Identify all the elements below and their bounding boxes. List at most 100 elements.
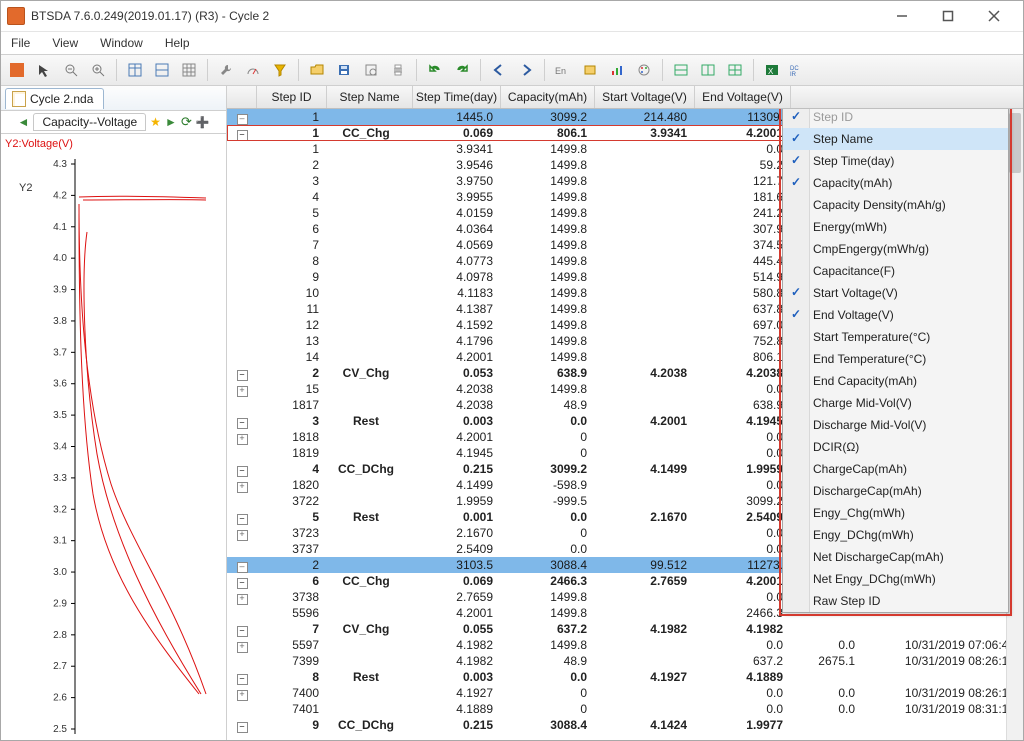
star-icon[interactable]	[150, 115, 161, 129]
table-row[interactable]: 73994.198248.9637.22675.110/31/2019 08:2…	[227, 653, 1023, 669]
tree-toggle[interactable]	[227, 605, 257, 621]
col-start-v[interactable]: Start Voltage(V)	[595, 86, 695, 108]
tree-toggle[interactable]	[227, 445, 257, 461]
menu-item[interactable]: Discharge Mid-Vol(V)	[783, 414, 1008, 436]
table-row[interactable]: –9CC_DChg0.2153088.44.14241.9977	[227, 717, 1023, 733]
tree-toggle[interactable]: +	[227, 589, 257, 605]
menu-item[interactable]: Charge Mid-Vol(V)	[783, 392, 1008, 414]
tree-toggle[interactable]: –	[227, 621, 257, 637]
tree-toggle[interactable]	[227, 205, 257, 221]
table-row[interactable]: 74014.188900.00.010/31/2019 08:31:14	[227, 701, 1023, 717]
menu-item[interactable]: ✓Capacity(mAh)	[783, 172, 1008, 194]
menu-item[interactable]: DischargeCap(mAh)	[783, 480, 1008, 502]
print-icon[interactable]	[386, 58, 410, 82]
tree-toggle[interactable]: –	[227, 109, 257, 125]
grid-icon[interactable]	[177, 58, 201, 82]
tree-toggle[interactable]: +	[227, 477, 257, 493]
tree-toggle[interactable]: –	[227, 669, 257, 685]
dcir-icon[interactable]: DCIR	[787, 58, 811, 82]
tree-toggle[interactable]	[227, 173, 257, 189]
preview-icon[interactable]	[359, 58, 383, 82]
export-excel-icon[interactable]: X	[760, 58, 784, 82]
menu-item[interactable]: ✓Step Name	[783, 128, 1008, 150]
col-step-name[interactable]: Step Name	[327, 86, 413, 108]
menu-view[interactable]: View	[48, 34, 82, 52]
menu-file[interactable]: File	[7, 34, 34, 52]
tree-toggle[interactable]: –	[227, 365, 257, 381]
tree-toggle[interactable]	[227, 253, 257, 269]
layout1-icon[interactable]	[669, 58, 693, 82]
tree-toggle[interactable]: –	[227, 413, 257, 429]
col-capacity[interactable]: Capacity(mAh)	[501, 86, 595, 108]
close-button[interactable]	[971, 2, 1017, 30]
tree-toggle[interactable]	[227, 189, 257, 205]
col-step-time[interactable]: Step Time(day)	[413, 86, 501, 108]
save-icon[interactable]	[332, 58, 356, 82]
refresh-icon[interactable]	[181, 114, 192, 130]
menu-item[interactable]: Start Temperature(°C)	[783, 326, 1008, 348]
table-row[interactable]: –7CV_Chg0.055637.24.19824.1982	[227, 621, 1023, 637]
tree-toggle[interactable]	[227, 221, 257, 237]
tree-toggle[interactable]	[227, 333, 257, 349]
chart-tab[interactable]: Capacity--Voltage	[33, 113, 146, 131]
zoom-in-icon[interactable]	[86, 58, 110, 82]
col-step-id[interactable]: Step ID	[257, 86, 327, 108]
tree-toggle[interactable]: –	[227, 573, 257, 589]
menu-item[interactable]: Net Engy_DChg(mWh)	[783, 568, 1008, 590]
table2-icon[interactable]	[150, 58, 174, 82]
menu-item[interactable]: End Capacity(mAh)	[783, 370, 1008, 392]
menu-item[interactable]: Engy_DChg(mWh)	[783, 524, 1008, 546]
tree-toggle[interactable]	[227, 269, 257, 285]
menu-item[interactable]: Raw Step ID	[783, 590, 1008, 612]
tree-toggle[interactable]: –	[227, 125, 257, 141]
chart-next-icon[interactable]: ►	[165, 116, 177, 128]
tree-toggle[interactable]	[227, 701, 257, 717]
col-end-v[interactable]: End Voltage(V)	[695, 86, 791, 108]
tool-logo-icon[interactable]	[5, 58, 29, 82]
add-chart-icon[interactable]	[196, 115, 210, 129]
tree-toggle[interactable]	[227, 301, 257, 317]
col-extra[interactable]	[791, 86, 1023, 108]
zoom-out-icon[interactable]	[59, 58, 83, 82]
tree-toggle[interactable]	[227, 317, 257, 333]
tag-icon[interactable]	[578, 58, 602, 82]
menu-item[interactable]: CmpEngergy(mWh/g)	[783, 238, 1008, 260]
nav-prev-icon[interactable]	[487, 58, 511, 82]
chart-prev-icon[interactable]: ◄	[17, 116, 29, 128]
menu-item[interactable]: Net DischargeCap(mAh)	[783, 546, 1008, 568]
table-row[interactable]: +55974.19821499.80.00.010/31/2019 07:06:…	[227, 637, 1023, 653]
tree-toggle[interactable]	[227, 141, 257, 157]
tree-toggle[interactable]	[227, 653, 257, 669]
menu-window[interactable]: Window	[96, 34, 147, 52]
open-icon[interactable]	[305, 58, 329, 82]
document-tab[interactable]: Cycle 2.nda	[5, 88, 104, 109]
tree-toggle[interactable]	[227, 493, 257, 509]
tree-toggle[interactable]: –	[227, 557, 257, 573]
gauge-icon[interactable]	[241, 58, 265, 82]
nav-next-icon[interactable]	[514, 58, 538, 82]
en-lang-icon[interactable]: En	[551, 58, 575, 82]
tree-toggle[interactable]: +	[227, 525, 257, 541]
menu-item[interactable]: End Temperature(°C)	[783, 348, 1008, 370]
pointer-icon[interactable]	[32, 58, 56, 82]
undo-icon[interactable]	[423, 58, 447, 82]
tree-toggle[interactable]	[227, 397, 257, 413]
menu-item[interactable]: ✓End Voltage(V)	[783, 304, 1008, 326]
menu-help[interactable]: Help	[161, 34, 194, 52]
layout2-icon[interactable]	[696, 58, 720, 82]
menu-item[interactable]: ChargeCap(mAh)	[783, 458, 1008, 480]
filter-icon[interactable]	[268, 58, 292, 82]
menu-item[interactable]: Energy(mWh)	[783, 216, 1008, 238]
tree-toggle[interactable]	[227, 157, 257, 173]
tree-toggle[interactable]: +	[227, 381, 257, 397]
menu-item[interactable]: DCIR(Ω)	[783, 436, 1008, 458]
palette-icon[interactable]	[632, 58, 656, 82]
tree-toggle[interactable]: +	[227, 637, 257, 653]
tree-toggle[interactable]: –	[227, 461, 257, 477]
table-row[interactable]: +74004.192700.00.010/31/2019 08:26:15	[227, 685, 1023, 701]
tree-toggle[interactable]	[227, 541, 257, 557]
tree-toggle[interactable]	[227, 237, 257, 253]
menu-item[interactable]: Capacity Density(mAh/g)	[783, 194, 1008, 216]
menu-item[interactable]: ✓Start Voltage(V)	[783, 282, 1008, 304]
layout3-icon[interactable]	[723, 58, 747, 82]
